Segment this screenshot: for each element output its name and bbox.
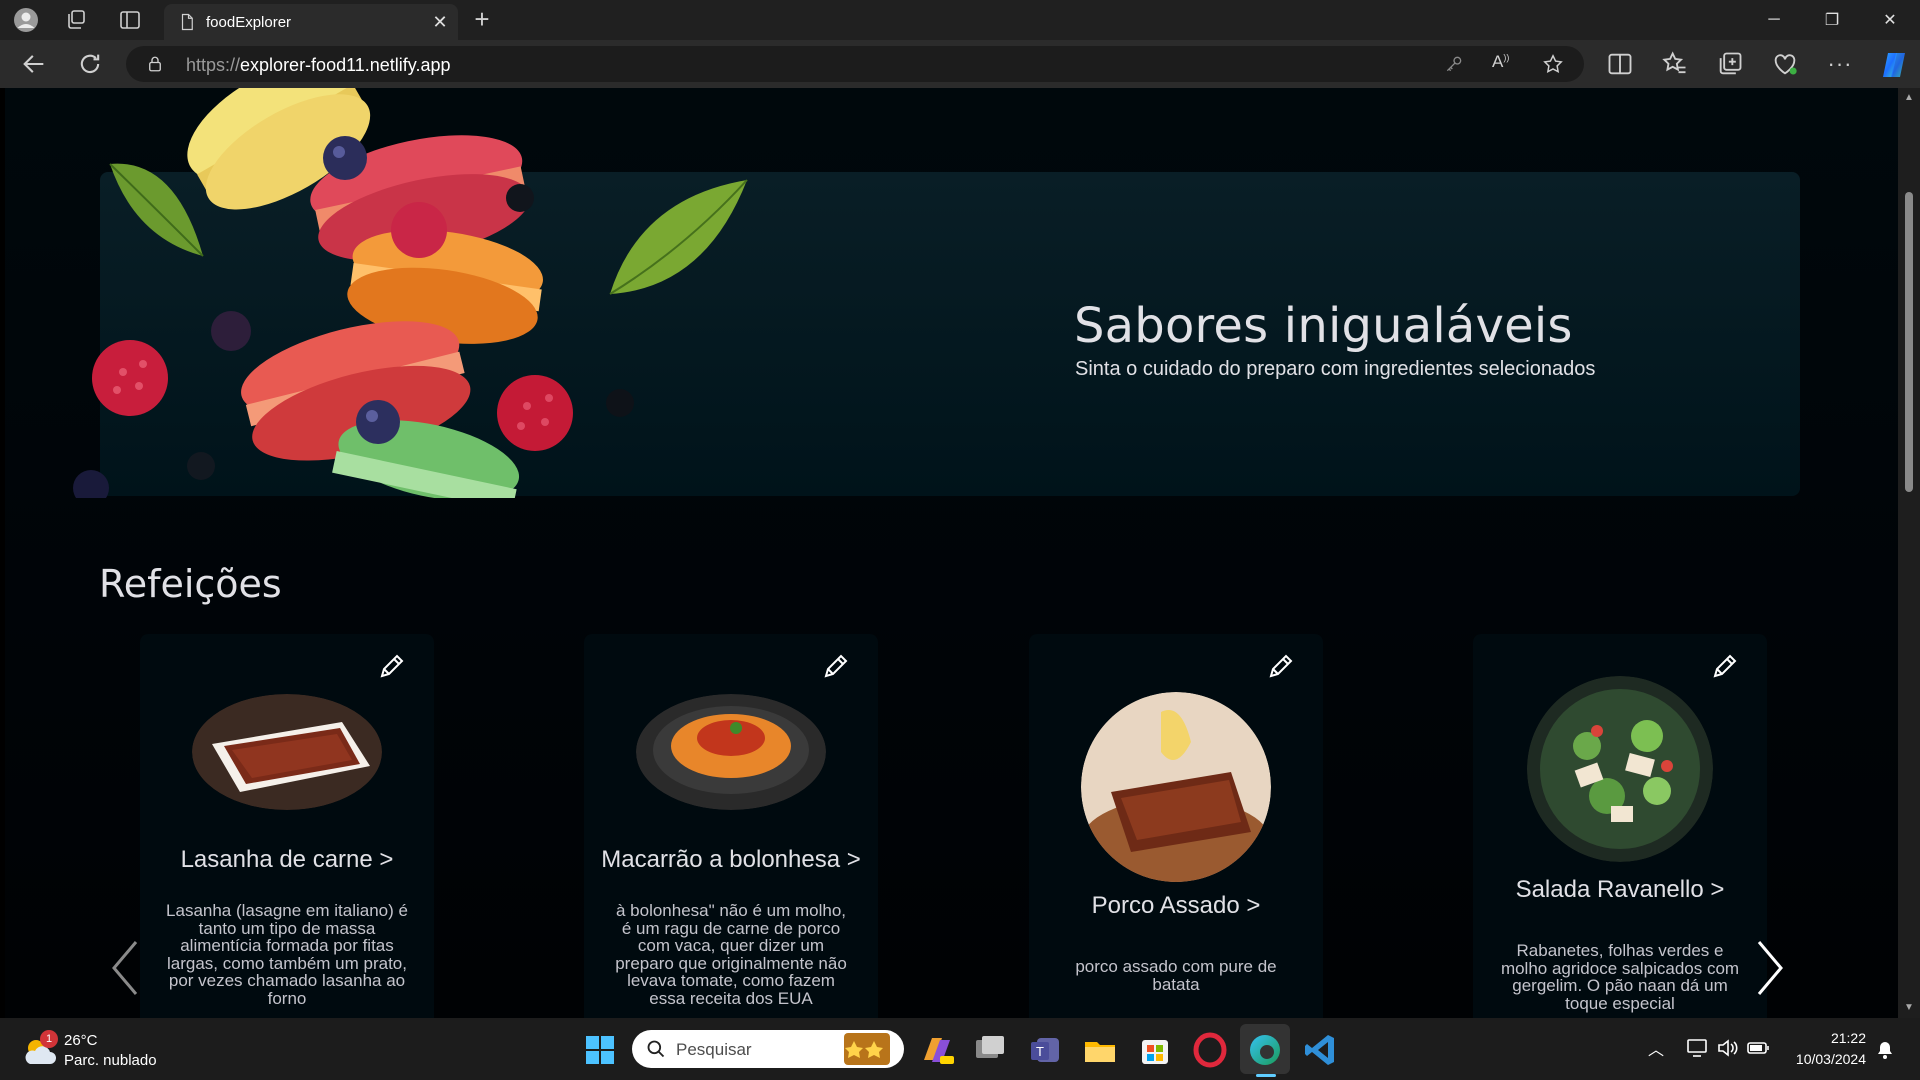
collections-icon[interactable] bbox=[1716, 50, 1744, 78]
tab-title: foodExplorer bbox=[206, 14, 292, 31]
scroll-up-icon[interactable]: ▲ bbox=[1903, 92, 1915, 104]
page-icon bbox=[181, 13, 193, 31]
task-view-icon[interactable] bbox=[970, 1030, 1010, 1070]
search-icon bbox=[647, 1040, 665, 1058]
edit-pencil-icon[interactable] bbox=[1709, 650, 1741, 682]
dish-description: à bolonhesa" não é um molho, é um ragu d… bbox=[615, 901, 847, 1008]
back-icon[interactable] bbox=[20, 50, 48, 78]
profile-icon[interactable] bbox=[14, 8, 38, 32]
weather-alert-badge: 1 bbox=[40, 1030, 58, 1048]
roast-pork-image[interactable] bbox=[1081, 692, 1271, 882]
page-scrollbar[interactable]: ▲ ▼ bbox=[1898, 88, 1920, 1018]
restore-icon[interactable]: ❐ bbox=[1803, 0, 1861, 40]
dish-name[interactable]: Porco Assado > bbox=[1029, 892, 1323, 920]
url-text: https://explorer-food11.netlify.app bbox=[186, 55, 451, 75]
dish-card[interactable]: Macarrão a bolonhesa > à bolonhesa" não … bbox=[584, 634, 878, 1018]
favorite-star-icon[interactable] bbox=[1542, 53, 1564, 75]
key-icon[interactable] bbox=[1444, 54, 1464, 74]
page-viewport: Sabores inigualáveis Sinta o cuidado do … bbox=[5, 88, 1898, 1018]
windows-taskbar: 1 26°C Parc. nublado Pesquisar T ︿ 21:22… bbox=[0, 1018, 1920, 1080]
dish-name[interactable]: Lasanha de carne > bbox=[140, 846, 434, 874]
notifications-bell-icon[interactable] bbox=[1876, 1040, 1894, 1060]
clock-date[interactable]: 10/03/2024 bbox=[1786, 1051, 1866, 1067]
favorites-icon[interactable] bbox=[1661, 50, 1689, 78]
lock-icon[interactable] bbox=[146, 55, 164, 73]
network-icon[interactable] bbox=[1686, 1038, 1708, 1058]
clock-time[interactable]: 21:22 bbox=[1790, 1030, 1866, 1046]
new-tab-icon[interactable]: + bbox=[470, 6, 494, 32]
windows-start-icon[interactable] bbox=[580, 1030, 620, 1070]
carousel-prev-icon[interactable] bbox=[106, 938, 146, 998]
copilot-taskbar-icon[interactable] bbox=[916, 1030, 956, 1070]
copilot-icon[interactable] bbox=[1878, 49, 1910, 81]
lasagna-image[interactable] bbox=[192, 694, 382, 810]
battery-icon[interactable] bbox=[1746, 1038, 1770, 1058]
opera-icon[interactable] bbox=[1190, 1030, 1230, 1070]
dish-card[interactable]: Lasanha de carne > Lasanha (lasagne em i… bbox=[140, 634, 434, 1018]
workspaces-icon[interactable] bbox=[64, 8, 88, 32]
browser-titlebar: foodExplorer ✕ + ─ ❐ ✕ bbox=[0, 0, 1920, 40]
file-explorer-icon[interactable] bbox=[1080, 1030, 1120, 1070]
dish-description: Rabanetes, folhas verdes e molho agridoc… bbox=[1500, 941, 1740, 1013]
hero-title: Sabores inigualáveis bbox=[1074, 298, 1573, 354]
vscode-icon[interactable] bbox=[1300, 1030, 1340, 1070]
dish-card[interactable]: Salada Ravanello > Rabanetes, folhas ver… bbox=[1473, 634, 1767, 1018]
scrollbar-thumb[interactable] bbox=[1905, 192, 1913, 492]
active-app-indicator bbox=[1256, 1074, 1276, 1077]
close-window-icon[interactable]: ✕ bbox=[1861, 0, 1919, 40]
search-placeholder: Pesquisar bbox=[676, 1040, 752, 1059]
minimize-icon[interactable]: ─ bbox=[1745, 0, 1803, 40]
more-options-icon[interactable]: ··· bbox=[1826, 50, 1854, 78]
dish-card[interactable]: Porco Assado > porco assado com pure de … bbox=[1029, 634, 1323, 1018]
edit-pencil-icon[interactable] bbox=[376, 650, 408, 682]
weather-temperature: 26°C bbox=[64, 1032, 98, 1049]
search-highlight-icon bbox=[844, 1033, 890, 1065]
read-aloud-icon[interactable]: A)) bbox=[1492, 52, 1509, 72]
macarons-illustration bbox=[73, 88, 748, 498]
taskbar-search[interactable]: Pesquisar bbox=[632, 1030, 904, 1068]
split-screen-icon[interactable] bbox=[1606, 50, 1634, 78]
svg-text:T: T bbox=[1036, 1044, 1044, 1059]
show-hidden-icons-icon[interactable]: ︿ bbox=[1648, 1036, 1664, 1060]
dish-description: Lasanha (lasagne em italiano) é tanto um… bbox=[166, 901, 408, 1008]
address-bar[interactable]: https://explorer-food11.netlify.app A)) bbox=[126, 46, 1584, 82]
tab-actions-icon[interactable] bbox=[118, 8, 142, 32]
browser-essentials-icon[interactable] bbox=[1771, 50, 1799, 78]
spaghetti-image[interactable] bbox=[636, 694, 826, 810]
browser-toolbar: https://explorer-food11.netlify.app A)) … bbox=[0, 40, 1920, 88]
teams-icon[interactable]: T bbox=[1025, 1030, 1065, 1070]
dish-name[interactable]: Macarrão a bolonhesa > bbox=[584, 846, 878, 874]
weather-description: Parc. nublado bbox=[64, 1052, 157, 1069]
edge-browser-icon[interactable] bbox=[1245, 1030, 1285, 1070]
close-tab-icon[interactable]: ✕ bbox=[430, 12, 450, 32]
dish-name[interactable]: Salada Ravanello > bbox=[1473, 876, 1767, 904]
carousel-next-icon[interactable] bbox=[1749, 938, 1789, 998]
volume-icon[interactable] bbox=[1716, 1038, 1738, 1058]
salad-image[interactable] bbox=[1527, 676, 1713, 862]
tab-foodexplorer[interactable]: foodExplorer ✕ bbox=[164, 4, 458, 40]
refresh-icon[interactable] bbox=[76, 50, 104, 78]
edit-pencil-icon[interactable] bbox=[820, 650, 852, 682]
hero-subtitle: Sinta o cuidado do preparo com ingredien… bbox=[1075, 358, 1596, 380]
scroll-down-icon[interactable]: ▼ bbox=[1903, 1002, 1915, 1014]
edit-pencil-icon[interactable] bbox=[1265, 650, 1297, 682]
section-title-meals: Refeições bbox=[99, 562, 282, 606]
microsoft-store-icon[interactable] bbox=[1135, 1030, 1175, 1070]
dish-description: porco assado com pure de batata bbox=[1075, 957, 1277, 994]
